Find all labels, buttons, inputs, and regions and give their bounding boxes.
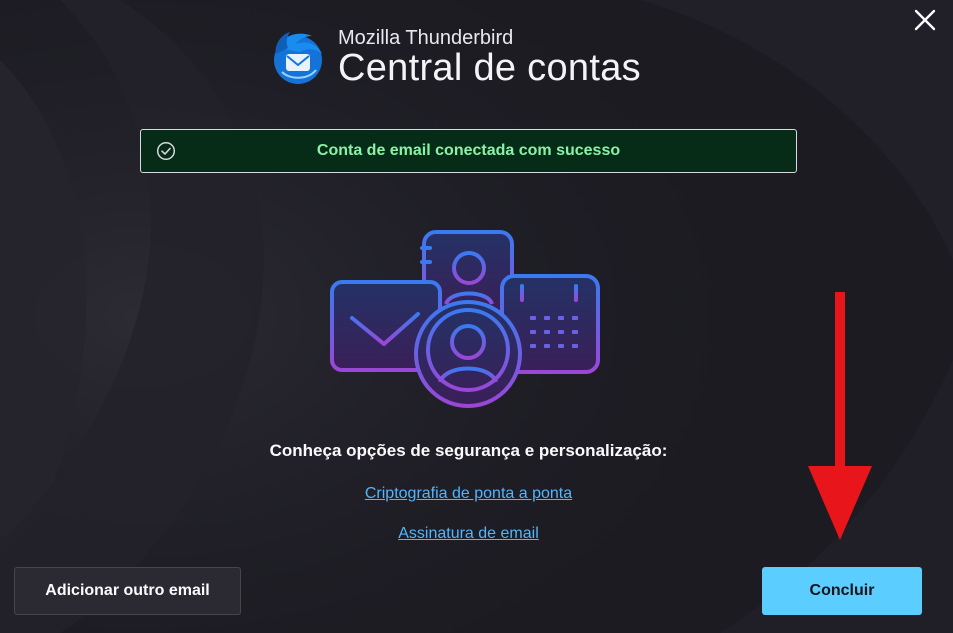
thunderbird-logo-icon: [274, 32, 322, 84]
security-heading: Conheça opções de segurança e personaliz…: [269, 441, 668, 460]
email-signature-link[interactable]: Assinatura de email: [0, 525, 937, 543]
close-icon: [914, 9, 936, 31]
account-hub-header: Mozilla Thunderbird Central de contas: [268, 26, 641, 88]
success-banner: Conta de email conectada com sucesso: [140, 129, 797, 173]
annotation-arrow-icon: [808, 292, 872, 540]
encryption-link[interactable]: Criptografia de ponta a ponta: [0, 485, 937, 503]
close-button[interactable]: [911, 6, 939, 34]
page-title: Central de contas: [338, 47, 641, 89]
finish-button[interactable]: Concluir: [762, 567, 922, 615]
add-another-email-button[interactable]: Adicionar outro email: [14, 567, 241, 615]
check-circle-icon: [156, 141, 176, 161]
success-message: Conta de email conectada com sucesso: [316, 142, 621, 159]
account-illustration: [330, 230, 600, 408]
